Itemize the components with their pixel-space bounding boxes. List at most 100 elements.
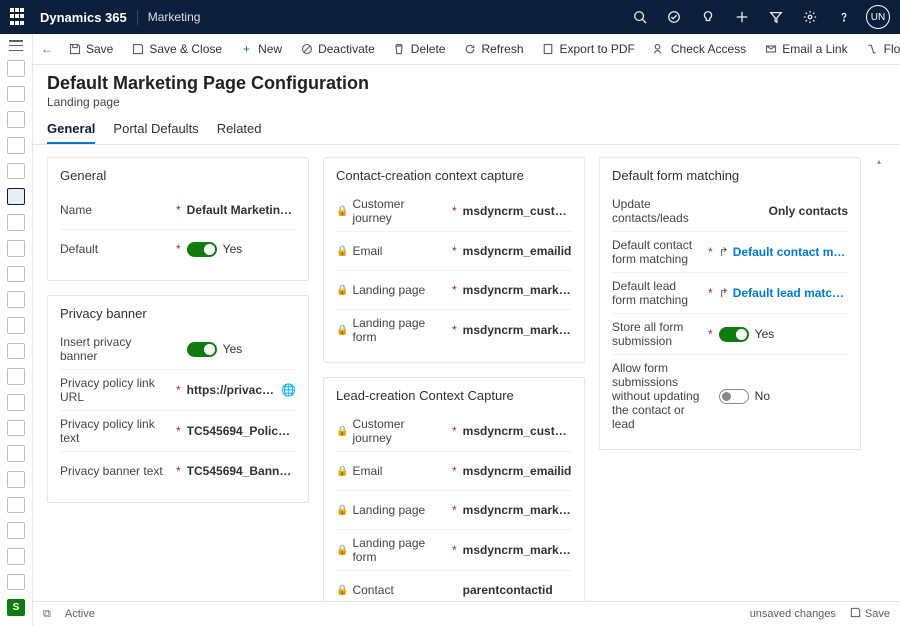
tab-portal-defaults[interactable]: Portal Defaults	[113, 117, 198, 144]
page-subtitle: Landing page	[47, 95, 886, 109]
field-label-contact: Contact	[352, 583, 393, 597]
tab-general[interactable]: General	[47, 117, 95, 144]
tab-related[interactable]: Related	[217, 117, 262, 144]
save-label: Save	[86, 42, 113, 56]
new-button[interactable]: +New	[233, 39, 289, 59]
check-access-button[interactable]: Check Access	[646, 39, 753, 59]
nav-rail: S	[0, 34, 33, 626]
status-save-button[interactable]: Save	[850, 607, 890, 621]
export-pdf-button[interactable]: Export to PDF	[535, 39, 642, 59]
rail-item-14[interactable]	[7, 394, 25, 411]
command-bar: ← Save Save & Close +New Deactivate Dele…	[33, 34, 900, 65]
field-value-email[interactable]: msdyncrm_emailid	[463, 244, 572, 258]
rail-item-10[interactable]	[7, 291, 25, 308]
toggle-default[interactable]: Yes	[187, 242, 243, 257]
field-value-email[interactable]: msdyncrm_emailid	[463, 464, 572, 478]
page-title: Default Marketing Page Configuration	[47, 73, 886, 94]
settings-icon[interactable]	[802, 9, 818, 25]
tab-list: General Portal Defaults Related	[33, 109, 900, 145]
area-switcher[interactable]: S	[7, 599, 25, 616]
flow-button[interactable]: Flow⌵	[859, 39, 900, 60]
rail-item-settings[interactable]	[7, 86, 25, 103]
rail-item-18[interactable]	[7, 497, 25, 514]
rail-item-19[interactable]	[7, 522, 25, 539]
section-lead-capture: Lead-creation Context Capture 🔒Customer …	[323, 377, 585, 601]
rail-item-5[interactable]	[7, 163, 25, 180]
rail-item-13[interactable]	[7, 368, 25, 385]
refresh-button[interactable]: Refresh	[456, 39, 530, 59]
section-contact-capture: Contact-creation context capture 🔒Custom…	[323, 157, 585, 363]
rail-item-8[interactable]	[7, 240, 25, 257]
toggle-allow[interactable]: No	[719, 389, 770, 404]
field-label-lp: Landing page	[352, 283, 425, 297]
app-launcher-icon[interactable]	[10, 8, 28, 26]
field-value-name[interactable]: Default Marketing Page ...	[187, 203, 296, 217]
field-value-dcf[interactable]: Default contact mat...	[733, 245, 848, 259]
rail-item-16[interactable]	[7, 445, 25, 462]
export-label: Export to PDF	[560, 42, 635, 56]
field-value-lp[interactable]: msdyncrm_marketingp...	[463, 283, 572, 297]
menu-toggle-icon[interactable]	[9, 40, 23, 51]
lock-icon: 🔒	[336, 505, 348, 516]
rail-item-active[interactable]	[7, 188, 25, 205]
field-value-privacy-text[interactable]: TC545694_PolicyText_Rng	[187, 424, 296, 438]
field-label-lpf: Landing page form	[352, 316, 446, 344]
lightbulb-icon[interactable]	[700, 9, 716, 25]
lock-icon: 🔒	[336, 426, 348, 437]
lock-icon: 🔒	[336, 585, 348, 596]
field-value-lpf[interactable]: msdyncrm_marketingf...	[463, 543, 572, 557]
task-icon[interactable]	[666, 9, 682, 25]
rail-item-12[interactable]	[7, 343, 25, 360]
help-icon[interactable]	[836, 9, 852, 25]
lock-icon: 🔒	[336, 206, 348, 217]
toggle-store[interactable]: Yes	[719, 327, 775, 342]
rail-item-home[interactable]	[7, 60, 25, 77]
field-value-update[interactable]: Only contacts	[719, 204, 848, 218]
field-value-cj[interactable]: msdyncrm_customerjo...	[463, 204, 572, 218]
rail-item-11[interactable]	[7, 317, 25, 334]
delete-button[interactable]: Delete	[386, 39, 453, 59]
field-value-cj[interactable]: msdyncrm_customerjo...	[463, 424, 572, 438]
save-close-button[interactable]: Save & Close	[124, 39, 229, 59]
field-label-dcf: Default contact form matching	[612, 238, 702, 266]
rail-item-recent[interactable]	[7, 111, 25, 128]
section-title: Lead-creation Context Capture	[336, 388, 572, 403]
field-value-contact[interactable]: parentcontactid	[463, 583, 572, 597]
field-value-banner-text[interactable]: TC545694_BannerText_TjO	[187, 464, 296, 478]
save-button[interactable]: Save	[61, 39, 120, 59]
toggle-label: Yes	[223, 342, 243, 356]
check-label: Check Access	[671, 42, 746, 56]
field-value-dlf[interactable]: Default lead matchi...	[733, 286, 848, 300]
search-icon[interactable]	[632, 9, 648, 25]
section-privacy: Privacy banner Insert privacy banner * Y…	[47, 295, 309, 503]
rail-item-20[interactable]	[7, 548, 25, 565]
rail-item-9[interactable]	[7, 266, 25, 283]
user-avatar[interactable]: UN	[866, 5, 890, 29]
field-value-lpf[interactable]: msdyncrm_marketingf...	[463, 323, 572, 337]
rail-item-17[interactable]	[7, 471, 25, 488]
deactivate-button[interactable]: Deactivate	[293, 39, 382, 59]
lock-icon: 🔒	[336, 285, 348, 296]
section-title: Privacy banner	[60, 306, 296, 321]
rail-item-pinned[interactable]	[7, 137, 25, 154]
rail-item-21[interactable]	[7, 574, 25, 591]
section-title: General	[60, 168, 296, 183]
toggle-insert-banner[interactable]: Yes	[187, 342, 243, 357]
email-link-button[interactable]: Email a Link	[757, 39, 854, 59]
plus-icon[interactable]	[734, 9, 750, 25]
field-label-privacy-text: Privacy policy link text	[60, 417, 170, 445]
back-button[interactable]: ←	[41, 39, 53, 59]
save-close-label: Save & Close	[149, 42, 222, 56]
rail-item-7[interactable]	[7, 214, 25, 231]
rail-item-15[interactable]	[7, 420, 25, 437]
globe-icon[interactable]: 🌐	[281, 383, 296, 397]
popout-icon[interactable]: ⧉	[43, 608, 51, 621]
lock-icon: 🔒	[336, 325, 348, 336]
field-label-email: Email	[352, 244, 382, 258]
field-value-privacy-url[interactable]: https://privacy.micro...	[187, 383, 275, 397]
field-label-cj: Customer journey	[352, 197, 446, 225]
filter-icon[interactable]	[768, 9, 784, 25]
lock-icon: 🔒	[336, 466, 348, 477]
field-value-lp[interactable]: msdyncrm_marketingp...	[463, 503, 572, 517]
field-label-allow: Allow form submissions without updating …	[612, 361, 702, 431]
